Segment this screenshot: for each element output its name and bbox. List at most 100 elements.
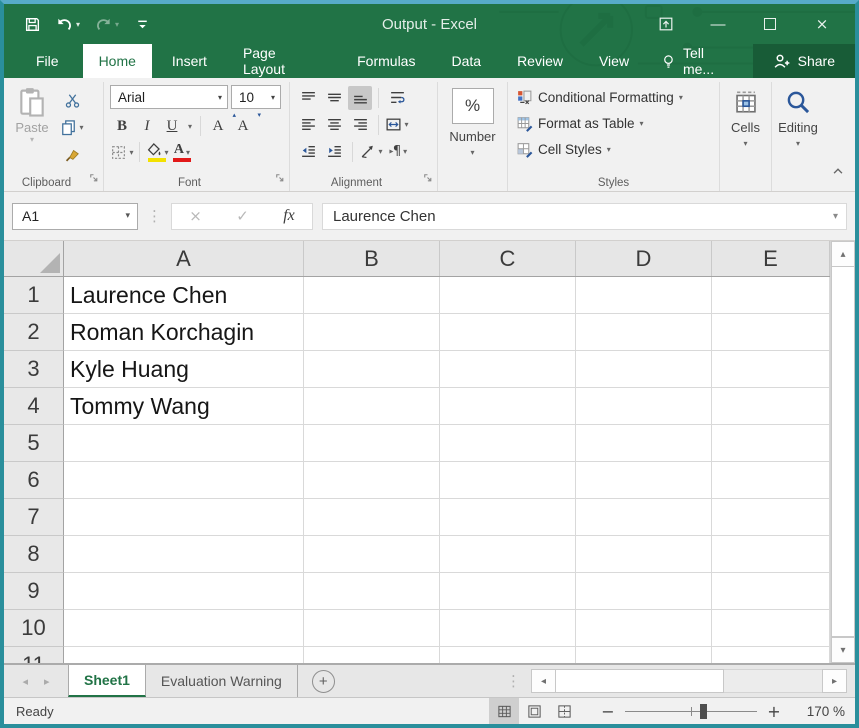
horizontal-scroll-track[interactable]	[724, 669, 822, 693]
column-header-E[interactable]: E	[712, 241, 830, 276]
editing-dropdown-icon[interactable]: ▾	[796, 139, 800, 148]
cell-D10[interactable]	[576, 610, 712, 647]
cell-A11[interactable]	[64, 647, 304, 663]
row-header-2[interactable]: 2	[4, 314, 64, 351]
prev-sheet-icon[interactable]: ◂	[22, 675, 28, 688]
cell-B5[interactable]	[304, 425, 440, 462]
ribbon-display-options-icon[interactable]	[653, 12, 679, 36]
orientation-dropdown-icon[interactable]: ▾	[378, 147, 382, 156]
redo-dropdown-icon[interactable]: ▾	[115, 20, 119, 29]
tab-home[interactable]: Home	[83, 44, 152, 78]
conditional-formatting-button[interactable]: Conditional Formatting ▾	[512, 84, 715, 110]
row-header-8[interactable]: 8	[4, 536, 64, 573]
customize-qat-icon[interactable]	[134, 16, 151, 33]
formula-bar-expand-icon[interactable]: ▾	[833, 211, 838, 222]
font-size-combo[interactable]: 10 ▾	[231, 85, 281, 109]
tell-me-box[interactable]: Tell me...	[647, 44, 753, 78]
clipboard-dialog-launcher-icon[interactable]	[88, 170, 99, 188]
cell-A1[interactable]: Laurence Chen	[64, 277, 304, 314]
align-middle-button[interactable]	[322, 86, 346, 110]
next-sheet-icon[interactable]: ▸	[44, 675, 50, 688]
bold-button[interactable]: B	[110, 114, 134, 138]
borders-button[interactable]: ▾	[110, 140, 134, 164]
align-center-button[interactable]	[322, 113, 346, 137]
cell-B6[interactable]	[304, 462, 440, 499]
number-group-button-label[interactable]: Number	[449, 129, 495, 144]
cell-B9[interactable]	[304, 573, 440, 610]
copy-dropdown-icon[interactable]: ▾	[79, 123, 83, 132]
cut-button[interactable]	[60, 88, 84, 112]
cell-D4[interactable]	[576, 388, 712, 425]
name-box-dropdown-icon[interactable]: ▾	[125, 211, 137, 221]
font-size-dropdown-icon[interactable]: ▾	[266, 93, 280, 102]
new-sheet-icon[interactable]: +	[312, 670, 335, 693]
cell-E9[interactable]	[712, 573, 830, 610]
column-header-D[interactable]: D	[576, 241, 712, 276]
tab-file[interactable]: File	[16, 44, 79, 78]
decrease-font-size-button[interactable]: A▾	[231, 114, 255, 138]
percent-style-button[interactable]: %	[452, 88, 494, 124]
cell-C10[interactable]	[440, 610, 576, 647]
font-dialog-launcher-icon[interactable]	[274, 170, 285, 188]
increase-font-size-button[interactable]: A▴	[206, 114, 230, 138]
cell-A8[interactable]	[64, 536, 304, 573]
sheet-tab-sheet1[interactable]: Sheet1	[68, 665, 146, 697]
align-bottom-button[interactable]	[348, 86, 372, 110]
tab-insert[interactable]: Insert	[156, 44, 223, 78]
cell-C9[interactable]	[440, 573, 576, 610]
cell-D7[interactable]	[576, 499, 712, 536]
merge-center-button[interactable]: ▾	[385, 113, 409, 137]
tab-view[interactable]: View	[583, 44, 645, 78]
cell-E11[interactable]	[712, 647, 830, 663]
cell-B4[interactable]	[304, 388, 440, 425]
cell-E6[interactable]	[712, 462, 830, 499]
underline-button[interactable]: U	[160, 114, 184, 138]
cell-A10[interactable]	[64, 610, 304, 647]
scroll-right-icon[interactable]: ▸	[822, 669, 847, 693]
cell-D1[interactable]	[576, 277, 712, 314]
underline-dropdown-icon[interactable]: ▾	[185, 114, 195, 138]
decrease-indent-button[interactable]	[296, 140, 320, 164]
scroll-down-icon[interactable]: ▾	[831, 637, 855, 663]
zoom-slider-thumb[interactable]	[700, 704, 707, 719]
column-header-A[interactable]: A	[64, 241, 304, 276]
font-name-dropdown-icon[interactable]: ▾	[213, 93, 227, 102]
redo-button[interactable]: ▾	[95, 16, 119, 33]
scroll-up-icon[interactable]: ▴	[831, 241, 855, 267]
editing-button-label[interactable]: Editing	[778, 120, 818, 135]
format-as-table-button[interactable]: Format as Table ▾	[512, 110, 715, 136]
horizontal-scrollbar[interactable]: ◂ ▸	[531, 669, 847, 693]
borders-dropdown-icon[interactable]: ▾	[129, 148, 133, 157]
direction-dropdown-icon[interactable]: ▾	[403, 147, 407, 156]
cells-button-label[interactable]: Cells	[731, 120, 760, 135]
vertical-scroll-thumb[interactable]	[831, 267, 855, 637]
page-layout-view-button[interactable]	[519, 698, 549, 724]
align-right-button[interactable]	[348, 113, 372, 137]
tab-review[interactable]: Review	[501, 44, 579, 78]
save-icon[interactable]	[24, 16, 41, 33]
vertical-scrollbar[interactable]: ▴ ▾	[830, 241, 855, 663]
row-header-4[interactable]: 4	[4, 388, 64, 425]
cell-D6[interactable]	[576, 462, 712, 499]
cell-B2[interactable]	[304, 314, 440, 351]
number-dropdown-icon[interactable]: ▾	[470, 148, 474, 157]
cell-E5[interactable]	[712, 425, 830, 462]
cell-D2[interactable]	[576, 314, 712, 351]
select-all-corner[interactable]	[4, 241, 64, 276]
cell-A4[interactable]: Tommy Wang	[64, 388, 304, 425]
page-break-view-button[interactable]	[549, 698, 579, 724]
cell-E1[interactable]	[712, 277, 830, 314]
copy-button[interactable]: ▾	[60, 115, 84, 139]
row-header-5[interactable]: 5	[4, 425, 64, 462]
cell-B10[interactable]	[304, 610, 440, 647]
align-left-button[interactable]	[296, 113, 320, 137]
fill-color-button[interactable]: ▾	[145, 140, 169, 164]
insert-function-icon[interactable]: fx	[283, 207, 295, 225]
horizontal-scroll-thumb[interactable]	[556, 669, 724, 693]
cell-E8[interactable]	[712, 536, 830, 573]
enter-check-icon[interactable]: ✓	[236, 207, 249, 225]
merge-dropdown-icon[interactable]: ▾	[404, 120, 408, 129]
increase-indent-button[interactable]	[322, 140, 346, 164]
cell-E2[interactable]	[712, 314, 830, 351]
cell-D8[interactable]	[576, 536, 712, 573]
